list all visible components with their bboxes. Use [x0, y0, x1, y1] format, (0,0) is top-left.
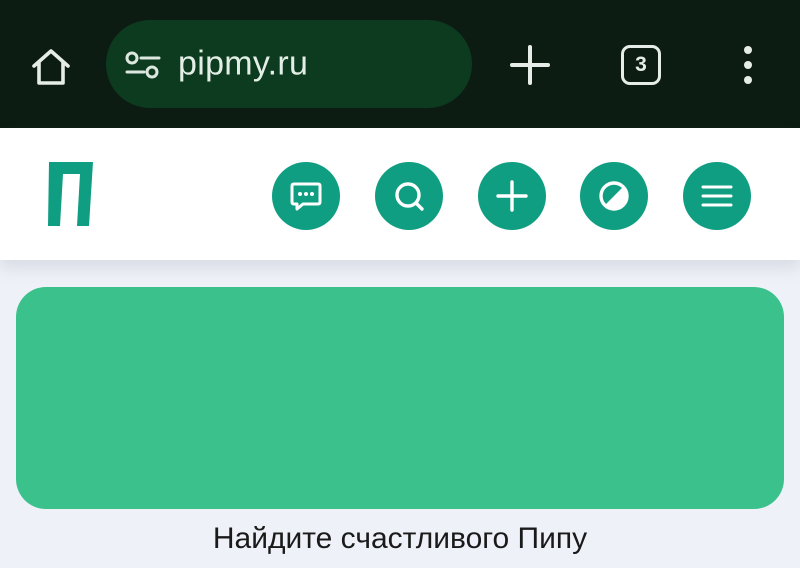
search-button[interactable]: [375, 162, 443, 230]
theme-icon: [599, 181, 629, 211]
theme-toggle-button[interactable]: [580, 162, 648, 230]
chat-icon: [290, 182, 322, 211]
chat-button[interactable]: [272, 162, 340, 230]
tab-count: 3: [635, 53, 647, 76]
tab-switcher-button[interactable]: 3: [621, 45, 661, 85]
browser-toolbar: pipmy.ru 3: [0, 0, 800, 128]
add-button[interactable]: [478, 162, 546, 230]
new-tab-button[interactable]: [507, 42, 553, 88]
browser-menu-button[interactable]: [738, 44, 758, 86]
home-button[interactable]: [26, 42, 76, 92]
plus-icon: [496, 180, 528, 212]
url-text[interactable]: pipmy.ru: [178, 45, 308, 84]
site-logo[interactable]: [46, 160, 96, 228]
promo-banner[interactable]: [16, 287, 784, 509]
menu-button[interactable]: [683, 162, 751, 230]
site-header: [0, 128, 800, 260]
search-icon: [395, 182, 424, 211]
site-settings-icon[interactable]: [124, 50, 162, 80]
hamburger-icon: [701, 185, 733, 207]
banner-caption[interactable]: Найдите счастливого Пипу: [0, 522, 800, 556]
home-icon: [32, 49, 70, 85]
address-bar[interactable]: pipmy.ru: [106, 20, 472, 108]
